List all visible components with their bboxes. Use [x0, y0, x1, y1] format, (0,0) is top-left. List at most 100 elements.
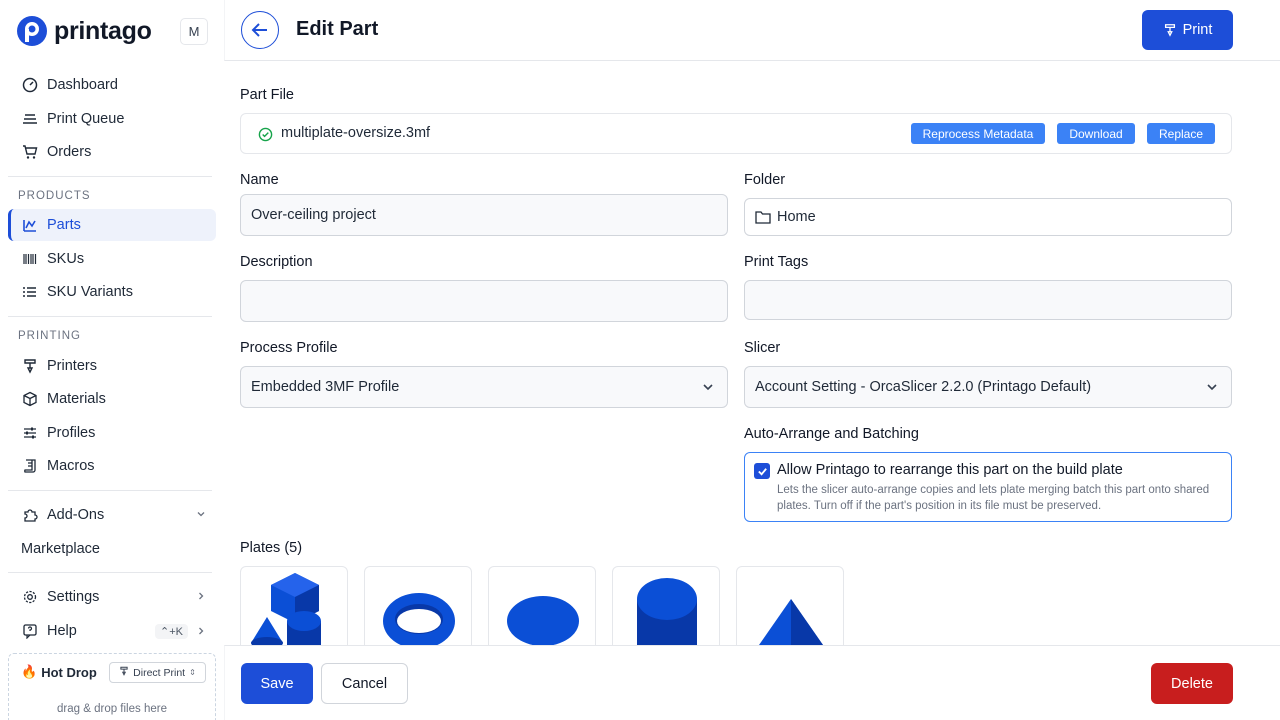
sidebar-divider	[8, 176, 212, 177]
process-profile-label: Process Profile	[240, 340, 338, 356]
shortcut-badge: ⌃+K	[155, 623, 188, 639]
sidebar-item-label: Print Queue	[47, 111, 125, 127]
sidebar-item-help[interactable]: Help ⌃+K	[8, 615, 216, 647]
cancel-button[interactable]: Cancel	[321, 663, 408, 704]
sidebar-item-sku-variants[interactable]: SKU Variants	[8, 276, 216, 308]
sidebar-item-label: Materials	[47, 391, 106, 407]
print-button[interactable]: Print	[1142, 10, 1233, 50]
description-input[interactable]	[240, 280, 728, 322]
cube-icon	[21, 390, 39, 408]
sidebar-item-profiles[interactable]: Profiles	[8, 417, 216, 449]
sidebar-item-label: Marketplace	[21, 541, 100, 557]
plate-model-image	[383, 593, 455, 649]
back-button[interactable]	[241, 11, 279, 49]
download-button[interactable]: Download	[1057, 123, 1135, 144]
save-button[interactable]: Save	[241, 663, 313, 704]
list-icon	[21, 283, 39, 301]
section-label-products: PRODUCTS	[18, 190, 91, 202]
part-file-name: multiplate-oversize.3mf	[281, 125, 431, 141]
puzzle-icon	[21, 506, 39, 524]
auto-arrange-checkbox[interactable]	[754, 463, 770, 479]
plate-model-image	[251, 573, 321, 655]
hot-drop-zone[interactable]: 🔥 Hot Drop Direct Print ⇕ drag & drop fi…	[8, 653, 216, 720]
process-profile-select[interactable]: Embedded 3MF Profile	[240, 366, 728, 408]
cart-icon	[21, 143, 39, 161]
reprocess-metadata-button[interactable]: Reprocess Metadata	[911, 123, 1045, 144]
printer-icon	[119, 666, 129, 679]
auto-arrange-label: Auto-Arrange and Batching	[744, 426, 919, 442]
replace-button[interactable]: Replace	[1147, 123, 1215, 144]
chevron-right-icon	[196, 626, 206, 636]
sidebar-item-orders[interactable]: Orders	[8, 136, 216, 168]
plate-thumbnail-1[interactable]	[240, 566, 348, 656]
sidebar-item-label: Parts	[47, 217, 81, 233]
check-circle-icon	[258, 127, 273, 145]
sidebar-item-label: Orders	[47, 144, 92, 160]
part-file-box: multiplate-oversize.3mf Reprocess Metada…	[240, 113, 1232, 154]
barcode-icon	[21, 250, 39, 268]
chevron-down-icon	[701, 380, 715, 398]
sidebar-divider	[8, 490, 212, 491]
sidebar-item-add-ons[interactable]: Add-Ons	[8, 499, 216, 531]
sidebar-divider	[8, 316, 212, 317]
direct-print-select[interactable]: Direct Print ⇕	[109, 662, 206, 683]
auto-arrange-option[interactable]: Allow Printago to rearrange this part on…	[744, 452, 1232, 522]
plate-model-image	[759, 599, 823, 649]
page-title: Edit Part	[296, 18, 379, 40]
sidebar-item-dashboard[interactable]: Dashboard	[8, 69, 216, 101]
check-icon	[757, 467, 767, 476]
sidebar-item-marketplace[interactable]: Marketplace	[8, 533, 216, 565]
folder-icon	[755, 210, 771, 224]
print-tags-input[interactable]	[744, 280, 1232, 320]
sidebar-item-macros[interactable]: Macros	[8, 450, 216, 482]
print-button-label: Print	[1182, 22, 1213, 38]
gauge-icon	[21, 76, 39, 94]
delete-button[interactable]: Delete	[1151, 663, 1233, 704]
drop-hint: drag & drop files here	[57, 703, 167, 715]
sidebar-item-print-queue[interactable]: Print Queue	[8, 103, 216, 135]
folder-select[interactable]: Home	[744, 198, 1232, 236]
sidebar-item-skus[interactable]: SKUs	[8, 243, 216, 275]
slicer-value: Account Setting - OrcaSlicer 2.2.0 (Prin…	[755, 379, 1092, 395]
chevron-right-icon	[196, 590, 206, 604]
logo[interactable]: printago	[16, 15, 152, 47]
sidebar-item-settings[interactable]: Settings	[8, 581, 216, 613]
plates-label: Plates (5)	[240, 540, 303, 556]
plate-thumbnail-4[interactable]	[612, 566, 720, 656]
part-file-label: Part File	[240, 87, 294, 103]
fire-icon: 🔥	[21, 664, 38, 679]
sidebar-item-printers[interactable]: Printers	[8, 350, 216, 382]
plate-thumbnail-3[interactable]	[488, 566, 596, 656]
sidebar-item-label: Settings	[47, 589, 100, 605]
arrow-left-icon	[251, 23, 267, 37]
sidebar-item-label: Dashboard	[47, 77, 118, 93]
sidebar-item-label: Help	[47, 623, 77, 639]
updown-icon: ⇕	[189, 668, 196, 677]
auto-arrange-description: Lets the slicer auto-arrange copies and …	[777, 484, 1210, 512]
name-input[interactable]: Over-ceiling project	[240, 194, 728, 236]
sliders-icon	[21, 424, 39, 442]
folder-value: Home	[777, 209, 816, 225]
slicer-select[interactable]: Account Setting - OrcaSlicer 2.2.0 (Prin…	[744, 366, 1232, 408]
slicer-label: Slicer	[744, 340, 781, 356]
org-switcher-button[interactable]: M	[180, 18, 208, 45]
direct-print-label: Direct Print	[133, 666, 186, 679]
sidebar: printago M Dashboard Print Queue Orders …	[0, 0, 224, 720]
process-profile-value: Embedded 3MF Profile	[251, 379, 400, 395]
parts-icon	[21, 216, 39, 234]
plate-thumbnail-2[interactable]	[364, 566, 472, 656]
printer-icon	[21, 357, 39, 375]
edit-part-form: Part File multiplate-oversize.3mf Reproc…	[224, 61, 1280, 656]
sidebar-item-label: Macros	[47, 458, 95, 474]
plate-thumbnail-5[interactable]	[736, 566, 844, 656]
help-icon	[21, 622, 39, 640]
sidebar-divider	[8, 572, 212, 573]
sidebar-item-materials[interactable]: Materials	[8, 383, 216, 415]
name-label: Name	[240, 172, 279, 188]
print-tags-label: Print Tags	[744, 254, 809, 270]
plate-model-image	[637, 578, 697, 655]
sidebar-item-label: Printers	[47, 358, 97, 374]
chevron-down-icon	[1205, 380, 1219, 398]
sidebar-item-label: SKUs	[47, 251, 85, 267]
sidebar-item-parts[interactable]: Parts	[8, 209, 216, 241]
